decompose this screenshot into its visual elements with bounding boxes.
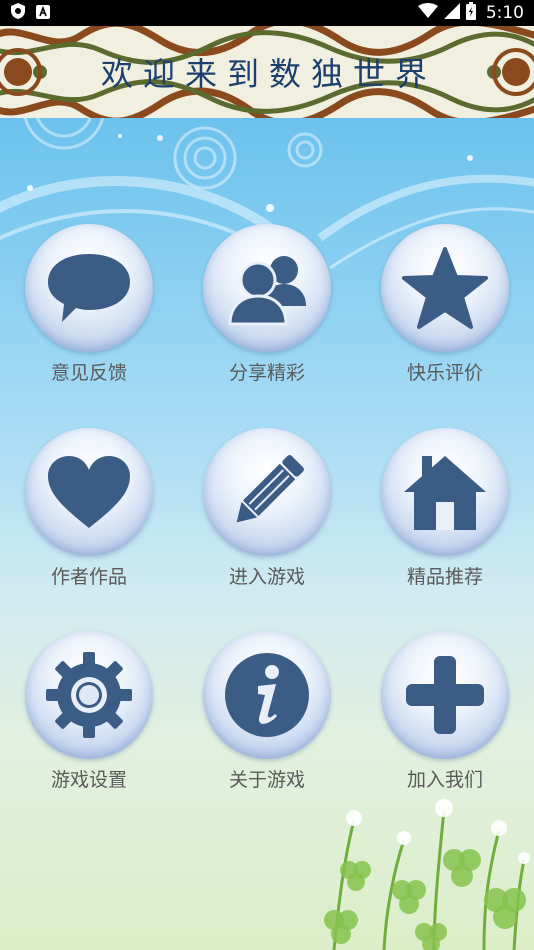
about-label: 关于游戏 xyxy=(228,769,305,791)
menu-item-settings[interactable]: 游戏设置 xyxy=(24,631,154,801)
feedback-label: 意见反馈 xyxy=(50,362,127,384)
menu-item-share[interactable]: 分享精彩 xyxy=(202,224,332,394)
info-icon xyxy=(225,653,309,737)
share-button[interactable] xyxy=(203,224,331,352)
settings-button[interactable] xyxy=(25,631,153,759)
gear-icon xyxy=(46,652,132,738)
rate-button[interactable] xyxy=(381,224,509,352)
rate-label: 快乐评价 xyxy=(406,362,483,384)
feedback-button[interactable] xyxy=(25,224,153,352)
star-icon xyxy=(402,247,488,329)
pencil-icon xyxy=(236,455,304,523)
house-icon xyxy=(404,456,486,530)
join-us-label: 加入我们 xyxy=(406,769,483,791)
menu-item-feedback[interactable]: 意见反馈 xyxy=(24,224,154,394)
menu-item-rate[interactable]: 快乐评价 xyxy=(380,224,510,394)
enter-game-label: 进入游戏 xyxy=(228,566,305,588)
main-menu: 意见反馈 分享精彩 快乐评价 作者作品 进入游戏 精品推荐 游戏设置 关于游戏 … xyxy=(0,0,534,950)
menu-item-join-us[interactable]: 加入我们 xyxy=(380,631,510,801)
author-works-button[interactable] xyxy=(25,428,153,556)
author-works-label: 作者作品 xyxy=(50,566,127,588)
menu-item-about[interactable]: 关于游戏 xyxy=(202,631,332,801)
recommend-button[interactable] xyxy=(381,428,509,556)
menu-item-recommend[interactable]: 精品推荐 xyxy=(380,428,510,598)
heart-icon xyxy=(48,456,130,528)
menu-item-author-works[interactable]: 作者作品 xyxy=(24,428,154,598)
users-icon xyxy=(228,256,306,326)
plus-icon xyxy=(406,656,484,734)
join-us-button[interactable] xyxy=(381,631,509,759)
settings-label: 游戏设置 xyxy=(50,769,127,791)
menu-item-enter-game[interactable]: 进入游戏 xyxy=(202,428,332,598)
about-button[interactable] xyxy=(203,631,331,759)
share-label: 分享精彩 xyxy=(228,362,305,384)
recommend-label: 精品推荐 xyxy=(406,566,483,588)
app-screen: 5:10 欢迎来到数独世界 意见反馈 分享精彩 快乐评价 作者作品 进入游戏 精… xyxy=(0,0,534,950)
enter-game-button[interactable] xyxy=(203,428,331,556)
chat-bubble-icon xyxy=(48,254,130,322)
